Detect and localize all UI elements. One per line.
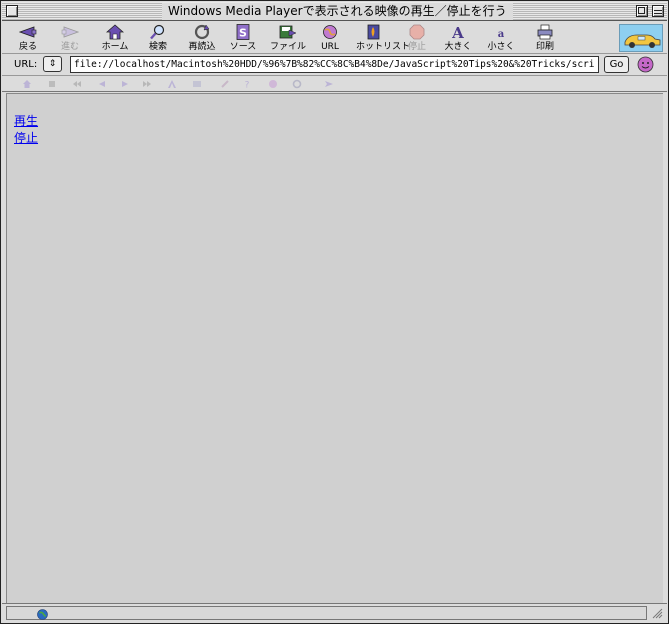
media-home-icon [23, 80, 31, 88]
status-field [6, 606, 647, 620]
larger-text-icon: A [451, 24, 464, 40]
source-button-label: ソース [229, 42, 257, 52]
browser-window: Windows Media Playerで表示される映像の再生／停止を行う 戻る… [0, 0, 669, 624]
search-button-label: 検索 [148, 42, 167, 52]
larger-text-button-label: 大きく [444, 42, 472, 52]
media-first-icon [73, 81, 81, 87]
file-button[interactable]: ファイル [268, 24, 308, 54]
toolbar: 戻る 進む ホーム 検索 再読込 S ソース ファイル URL ホットリスト 停… [2, 22, 667, 54]
status-bar [2, 603, 667, 622]
print-button-label: 印刷 [535, 42, 554, 52]
svg-text:?: ? [245, 81, 250, 90]
close-box-icon[interactable] [6, 5, 18, 17]
svg-text:A: A [451, 24, 464, 40]
file-button-label: ファイル [269, 42, 306, 52]
reload-button[interactable]: 再読込 [185, 24, 219, 54]
url-button[interactable]: URL [317, 24, 343, 54]
smiley-icon[interactable] [637, 56, 654, 73]
url-input[interactable] [70, 56, 599, 73]
forward-arrow-icon [61, 26, 79, 38]
reload-icon [194, 24, 210, 40]
page-content: 再生 停止 [6, 93, 663, 603]
url-button-label: URL [321, 42, 339, 52]
svg-text:a: a [498, 29, 505, 40]
hotlist-button-label: ホットリスト [356, 42, 411, 52]
media-edit-icon [221, 80, 229, 88]
media-last-icon [143, 81, 151, 87]
back-arrow-icon [19, 26, 37, 38]
status-globe-icon [37, 609, 48, 620]
media-image-icon [193, 81, 201, 87]
source-icon: S [236, 24, 250, 40]
media-send-icon [325, 81, 333, 87]
smaller-text-button[interactable]: a 小さく [486, 24, 516, 54]
forward-button-label: 進む [60, 42, 79, 52]
window-title: Windows Media Playerで表示される映像の再生／停止を行う [162, 3, 513, 20]
hotlist-button[interactable]: ホットリスト [356, 24, 411, 54]
go-button[interactable]: Go [604, 56, 629, 73]
source-button[interactable]: S ソース [228, 24, 258, 54]
url-globe-icon [323, 25, 337, 39]
smaller-text-icon: a [498, 29, 505, 40]
resize-grip-icon[interactable] [651, 607, 663, 619]
hotlist-icon [367, 24, 380, 40]
media-next-icon [122, 81, 128, 87]
car-logo-icon [624, 34, 661, 48]
play-link[interactable]: 再生 [14, 114, 38, 128]
collapse-box-icon[interactable] [652, 5, 664, 17]
media-toolbar: ? [2, 76, 667, 92]
search-icon [150, 24, 165, 40]
zoom-box-icon[interactable] [636, 5, 648, 17]
title-bar[interactable]: Windows Media Playerで表示される映像の再生／停止を行う [2, 2, 667, 21]
location-bar: URL: ⇕ Go [2, 54, 667, 76]
back-button-label: 戻る [18, 42, 37, 52]
smaller-text-button-label: 小さく [487, 42, 515, 52]
url-label: URL: [14, 59, 38, 70]
back-button[interactable]: 戻る [14, 24, 42, 54]
forward-button[interactable]: 進む [56, 24, 84, 54]
svg-text:S: S [239, 27, 247, 40]
larger-text-button[interactable]: A 大きく [443, 24, 473, 54]
home-icon [106, 24, 124, 40]
media-previous-icon [99, 81, 105, 87]
file-icon [279, 25, 297, 39]
stop-button-label: 停止 [407, 42, 426, 52]
print-icon [537, 24, 553, 40]
stop-link[interactable]: 停止 [14, 131, 38, 145]
search-button[interactable]: 検索 [144, 24, 172, 54]
media-font-icon [168, 80, 176, 88]
media-globe-icon [269, 80, 277, 88]
stop-button[interactable]: 停止 [403, 24, 431, 54]
media-help-icon: ? [245, 81, 250, 90]
home-button-label: ホーム [101, 42, 129, 52]
reload-button-label: 再読込 [188, 42, 216, 52]
stop-icon [409, 24, 425, 40]
brand-logo [619, 24, 663, 52]
url-history-stepper[interactable]: ⇕ [43, 56, 62, 72]
media-grid-icon [49, 81, 55, 87]
media-settings-icon [292, 79, 302, 89]
print-button[interactable]: 印刷 [532, 24, 558, 54]
home-button[interactable]: ホーム [98, 24, 132, 54]
